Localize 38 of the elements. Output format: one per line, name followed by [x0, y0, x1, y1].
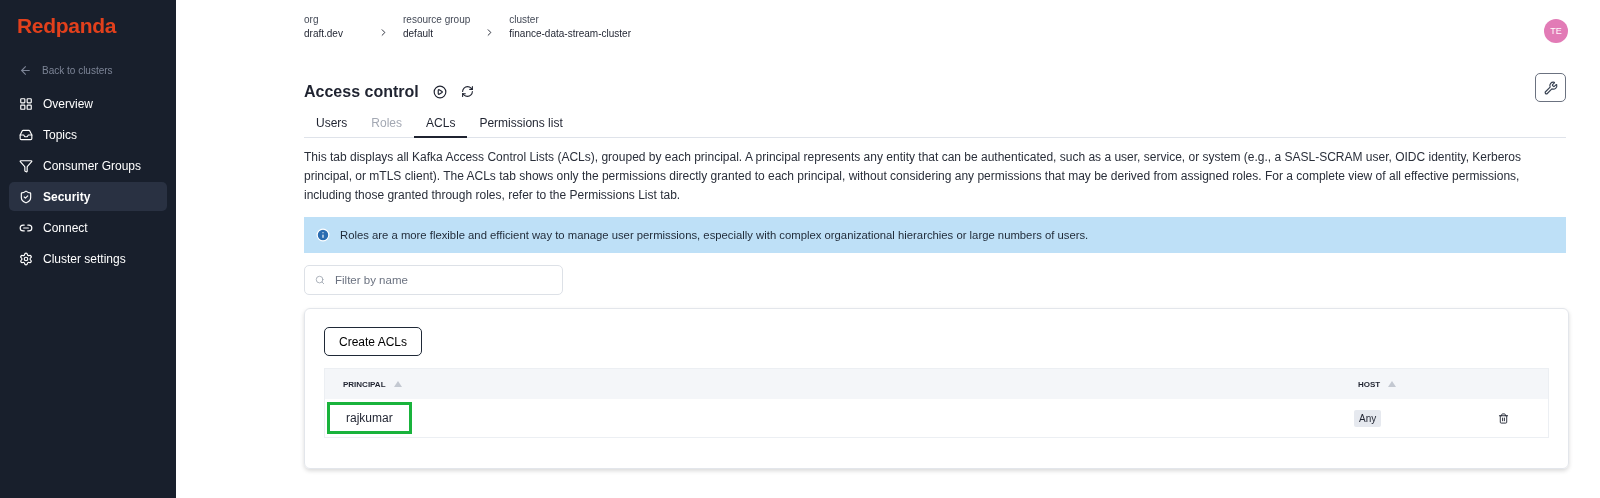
breadcrumb-label: org [304, 14, 320, 25]
breadcrumb-label: resource group [403, 14, 471, 25]
breadcrumb-link[interactable]: finance-data-stream-cluster [509, 28, 631, 39]
wrench-button[interactable] [1535, 73, 1566, 102]
host-tag: Any [1354, 409, 1382, 427]
column-header[interactable]: HOST [1358, 379, 1381, 389]
create-acls-button[interactable]: Create ACLs [324, 327, 423, 356]
sidebar-item[interactable]: Cluster settings [9, 244, 167, 273]
breadcrumb-link[interactable]: default [403, 28, 471, 39]
tray-icon [19, 127, 33, 142]
principal-cell: rajkumar [327, 402, 412, 434]
filter-field[interactable]: Filter by name [304, 265, 563, 295]
sidebar-item[interactable]: Connect [9, 213, 167, 242]
sidebar-item[interactable]: Overview [9, 89, 167, 118]
settings-icon [19, 251, 33, 266]
logo: Redpanda [16, 14, 118, 38]
alert-text: Roles are a more flexible and efficient way to manage user permissions, especially with complex organizational hierarchies or large numbers of users. [340, 229, 1089, 241]
tab[interactable]: ACLs [414, 110, 468, 138]
delete-icon[interactable] [1498, 412, 1509, 424]
refresh-icon[interactable] [460, 85, 474, 98]
info-icon [316, 228, 330, 242]
back-link[interactable]: Back to clusters [9, 60, 167, 81]
column-header[interactable]: PRINCIPAL [343, 379, 386, 389]
breadcrumb-link[interactable]: draft.dev [304, 28, 364, 39]
arrow-left-icon [19, 64, 32, 77]
breadcrumb-label: cluster [509, 14, 540, 25]
play-icon[interactable] [432, 84, 447, 99]
funnel-icon [19, 158, 33, 173]
shield-icon [19, 189, 33, 204]
tab[interactable]: Permissions list [467, 110, 575, 138]
sidebar-item[interactable]: Security [9, 182, 167, 211]
sidebar-item[interactable]: Topics [9, 120, 167, 149]
wrench-icon [1543, 80, 1558, 95]
grid-icon [19, 96, 33, 111]
sidebar-item[interactable]: Consumer Groups [9, 151, 167, 180]
page-title: Access control [304, 82, 419, 101]
tab[interactable]: Users [304, 110, 360, 138]
description: This tab displays all Kafka Access Control Lists (ACLs), grouped by each principal. A principal represents any entity that can be authenticated, such as a user, service, or system (e.g., a SASL-SCRAM user, OIDC identity, Kerberos principal, or mTLS client). The ACLs tab shows only the permissions directly granted to each principal, without considering any permissions that may be derived from assigned roles. For a complete view of all effective permissions, including those granted through roles, refer to the Permissions List tab. [304, 149, 1523, 204]
